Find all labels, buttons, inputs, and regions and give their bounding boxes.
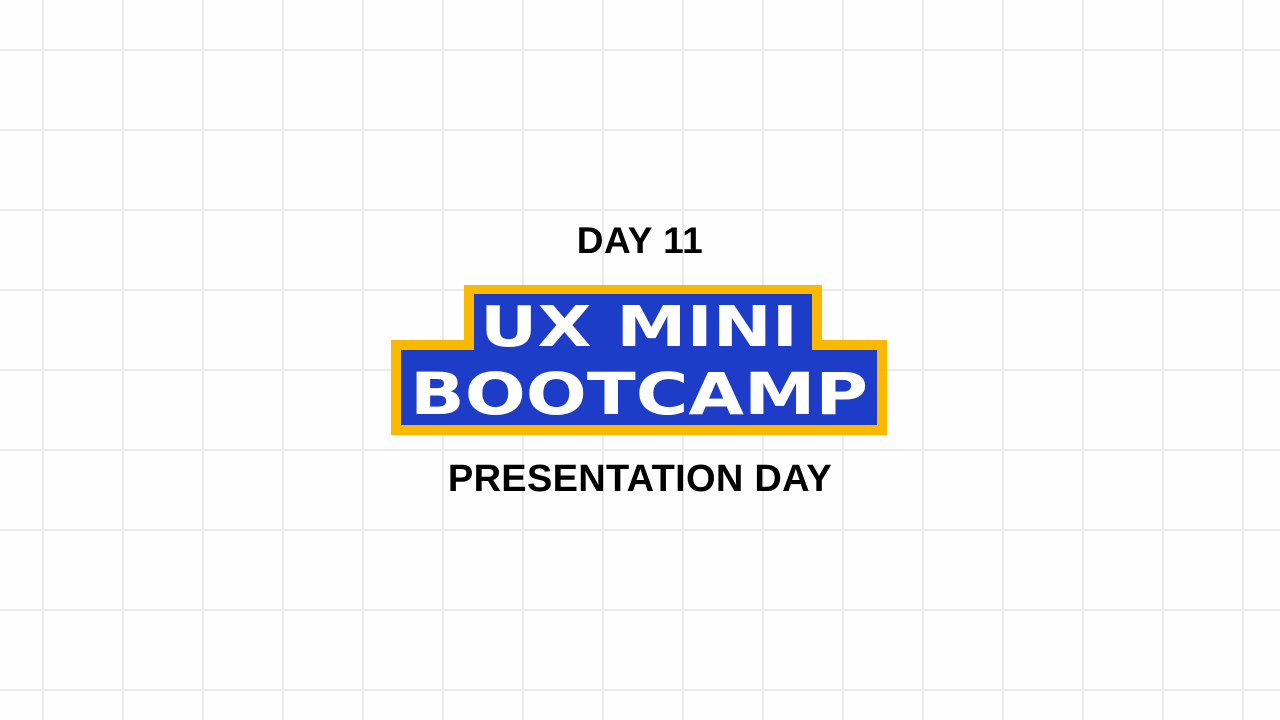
slide-canvas: DAY 11 UX MINI BOOTCAMP PRESENTATION DAY bbox=[0, 0, 1280, 720]
logo-line-1: UX MINI bbox=[480, 295, 798, 360]
logo-line-2: BOOTCAMP bbox=[410, 360, 868, 428]
bootcamp-logo: UX MINI BOOTCAMP bbox=[390, 284, 888, 436]
bootcamp-logo-graphic: UX MINI BOOTCAMP bbox=[391, 285, 887, 435]
day-label: DAY 11 bbox=[576, 220, 704, 261]
presentation-day-subtitle: PRESENTATION DAY bbox=[447, 458, 833, 500]
